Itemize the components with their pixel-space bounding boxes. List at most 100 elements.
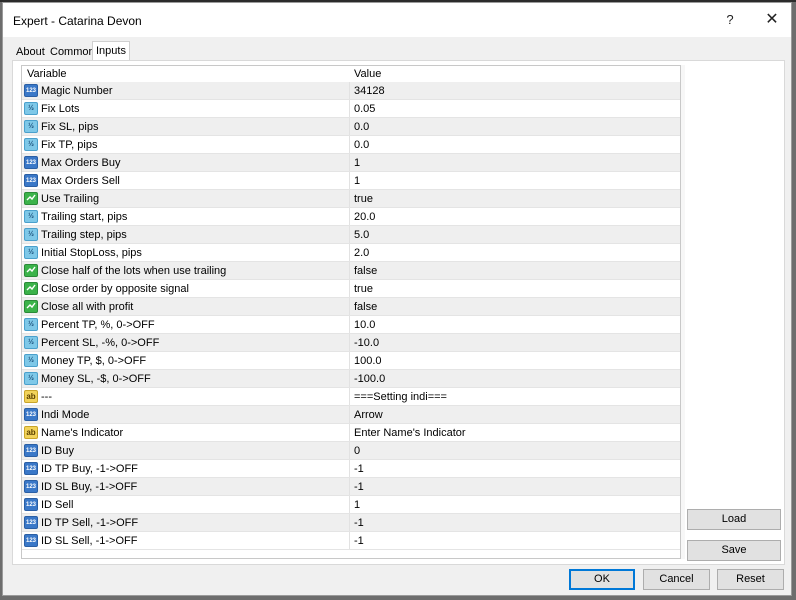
column-divider (349, 370, 350, 388)
variable-value[interactable]: -100.0 (354, 373, 385, 385)
variable-value[interactable]: -1 (354, 463, 364, 475)
table-row[interactable]: ½ Fix TP, pips 0.0 (22, 136, 680, 154)
column-divider (349, 406, 350, 424)
table-row[interactable]: 123 ID Sell 1 (22, 496, 680, 514)
table-row[interactable]: ½ Percent SL, -%, 0->OFF -10.0 (22, 334, 680, 352)
table-row[interactable]: ½ Money TP, $, 0->OFF 100.0 (22, 352, 680, 370)
variable-value[interactable]: ===Setting indi=== (354, 391, 447, 403)
table-row[interactable]: 123 ID SL Buy, -1->OFF -1 (22, 478, 680, 496)
variable-value[interactable]: Enter Name's Indicator (354, 427, 466, 439)
tab-common[interactable]: Common (46, 43, 99, 60)
table-row[interactable]: 123 ID TP Buy, -1->OFF -1 (22, 460, 680, 478)
double-type-icon: ½ (24, 102, 38, 115)
boolean-type-icon (24, 192, 38, 205)
table-row[interactable]: ab --- ===Setting indi=== (22, 388, 680, 406)
reset-button[interactable]: Reset (717, 569, 784, 590)
tab-about[interactable]: About (12, 43, 49, 60)
column-divider (349, 82, 350, 100)
variable-value[interactable]: 5.0 (354, 229, 369, 241)
variable-name: Max Orders Buy (41, 157, 121, 169)
integer-type-icon: 123 (24, 516, 38, 529)
column-divider (349, 442, 350, 460)
table-row[interactable]: 123 ID Buy 0 (22, 442, 680, 460)
load-button[interactable]: Load (687, 509, 781, 530)
table-header: Variable Value (22, 66, 680, 82)
variable-name: Money TP, $, 0->OFF (41, 355, 147, 367)
variable-value[interactable]: -1 (354, 535, 364, 547)
boolean-type-icon (24, 282, 38, 295)
variable-value[interactable]: -10.0 (354, 337, 379, 349)
table-row[interactable]: ½ Fix Lots 0.05 (22, 100, 680, 118)
variable-value[interactable]: 1 (354, 499, 360, 511)
variable-value[interactable]: -1 (354, 517, 364, 529)
integer-type-icon: 123 (24, 480, 38, 493)
column-header-variable[interactable]: Variable (27, 68, 67, 80)
variable-value[interactable]: 100.0 (354, 355, 382, 367)
cancel-button[interactable]: Cancel (643, 569, 710, 590)
table-row[interactable]: Use Trailing true (22, 190, 680, 208)
variable-value[interactable]: Arrow (354, 409, 383, 421)
table-row[interactable]: Close order by opposite signal true (22, 280, 680, 298)
table-row[interactable]: Close half of the lots when use trailing… (22, 262, 680, 280)
variable-value[interactable]: -1 (354, 481, 364, 493)
column-divider (349, 388, 350, 406)
double-type-icon: ½ (24, 210, 38, 223)
table-row[interactable]: ½ Fix SL, pips 0.0 (22, 118, 680, 136)
table-scrollbar[interactable] (681, 65, 685, 559)
variable-name: Close order by opposite signal (41, 283, 189, 295)
table-row[interactable]: ½ Money SL, -$, 0->OFF -100.0 (22, 370, 680, 388)
variable-name: ID TP Sell, -1->OFF (41, 517, 139, 529)
table-row[interactable]: ½ Trailing start, pips 20.0 (22, 208, 680, 226)
variable-name: ID SL Buy, -1->OFF (41, 481, 138, 493)
variable-value[interactable]: 34128 (354, 85, 385, 97)
variable-value[interactable]: 0 (354, 445, 360, 457)
table-row[interactable]: ab Name's Indicator Enter Name's Indicator (22, 424, 680, 442)
variable-name: Indi Mode (41, 409, 90, 421)
column-divider (349, 190, 350, 208)
table-row[interactable]: ½ Initial StopLoss, pips 2.0 (22, 244, 680, 262)
ok-button[interactable]: OK (569, 569, 635, 590)
table-row[interactable]: ½ Trailing step, pips 5.0 (22, 226, 680, 244)
variable-value[interactable]: 0.0 (354, 139, 369, 151)
variable-name: Max Orders Sell (41, 175, 120, 187)
variable-value[interactable]: false (354, 301, 377, 313)
column-divider (349, 280, 350, 298)
variable-name: Money SL, -$, 0->OFF (41, 373, 151, 385)
table-row[interactable]: 123 ID TP Sell, -1->OFF -1 (22, 514, 680, 532)
variable-name: ID Sell (41, 499, 74, 511)
variable-value[interactable]: false (354, 265, 377, 277)
variable-name: Use Trailing (41, 193, 100, 205)
integer-type-icon: 123 (24, 156, 38, 169)
table-row[interactable]: 123 Indi Mode Arrow (22, 406, 680, 424)
variable-value[interactable]: true (354, 283, 373, 295)
table-row[interactable]: Close all with profit false (22, 298, 680, 316)
integer-type-icon: 123 (24, 534, 38, 547)
double-type-icon: ½ (24, 120, 38, 133)
column-header-value[interactable]: Value (354, 68, 381, 80)
variable-value[interactable]: 20.0 (354, 211, 375, 223)
boolean-type-icon (24, 300, 38, 313)
table-row[interactable]: 123 ID SL Sell, -1->OFF -1 (22, 532, 680, 550)
boolean-type-icon (24, 264, 38, 277)
close-button[interactable]: ✕ (761, 9, 783, 31)
variable-name: ID Buy (41, 445, 75, 457)
variable-value[interactable]: 1 (354, 175, 360, 187)
variable-name: Percent TP, %, 0->OFF (41, 319, 155, 331)
variable-value[interactable]: 2.0 (354, 247, 369, 259)
variable-value[interactable]: 10.0 (354, 319, 375, 331)
integer-type-icon: 123 (24, 462, 38, 475)
table-row[interactable]: 123 Max Orders Sell 1 (22, 172, 680, 190)
variable-value[interactable]: 0.05 (354, 103, 375, 115)
variable-value[interactable]: 0.0 (354, 121, 369, 133)
column-divider (349, 226, 350, 244)
table-row[interactable]: 123 Max Orders Buy 1 (22, 154, 680, 172)
table-row[interactable]: 123 Magic Number 34128 (22, 82, 680, 100)
help-button[interactable]: ? (721, 11, 739, 29)
table-row[interactable]: ½ Percent TP, %, 0->OFF 10.0 (22, 316, 680, 334)
integer-type-icon: 123 (24, 498, 38, 511)
tab-inputs[interactable]: Inputs (92, 41, 130, 60)
variable-value[interactable]: true (354, 193, 373, 205)
save-button[interactable]: Save (687, 540, 781, 561)
inputs-table: Variable Value 123 Magic Number 34128 ½ Fix … (21, 65, 681, 559)
variable-value[interactable]: 1 (354, 157, 360, 169)
